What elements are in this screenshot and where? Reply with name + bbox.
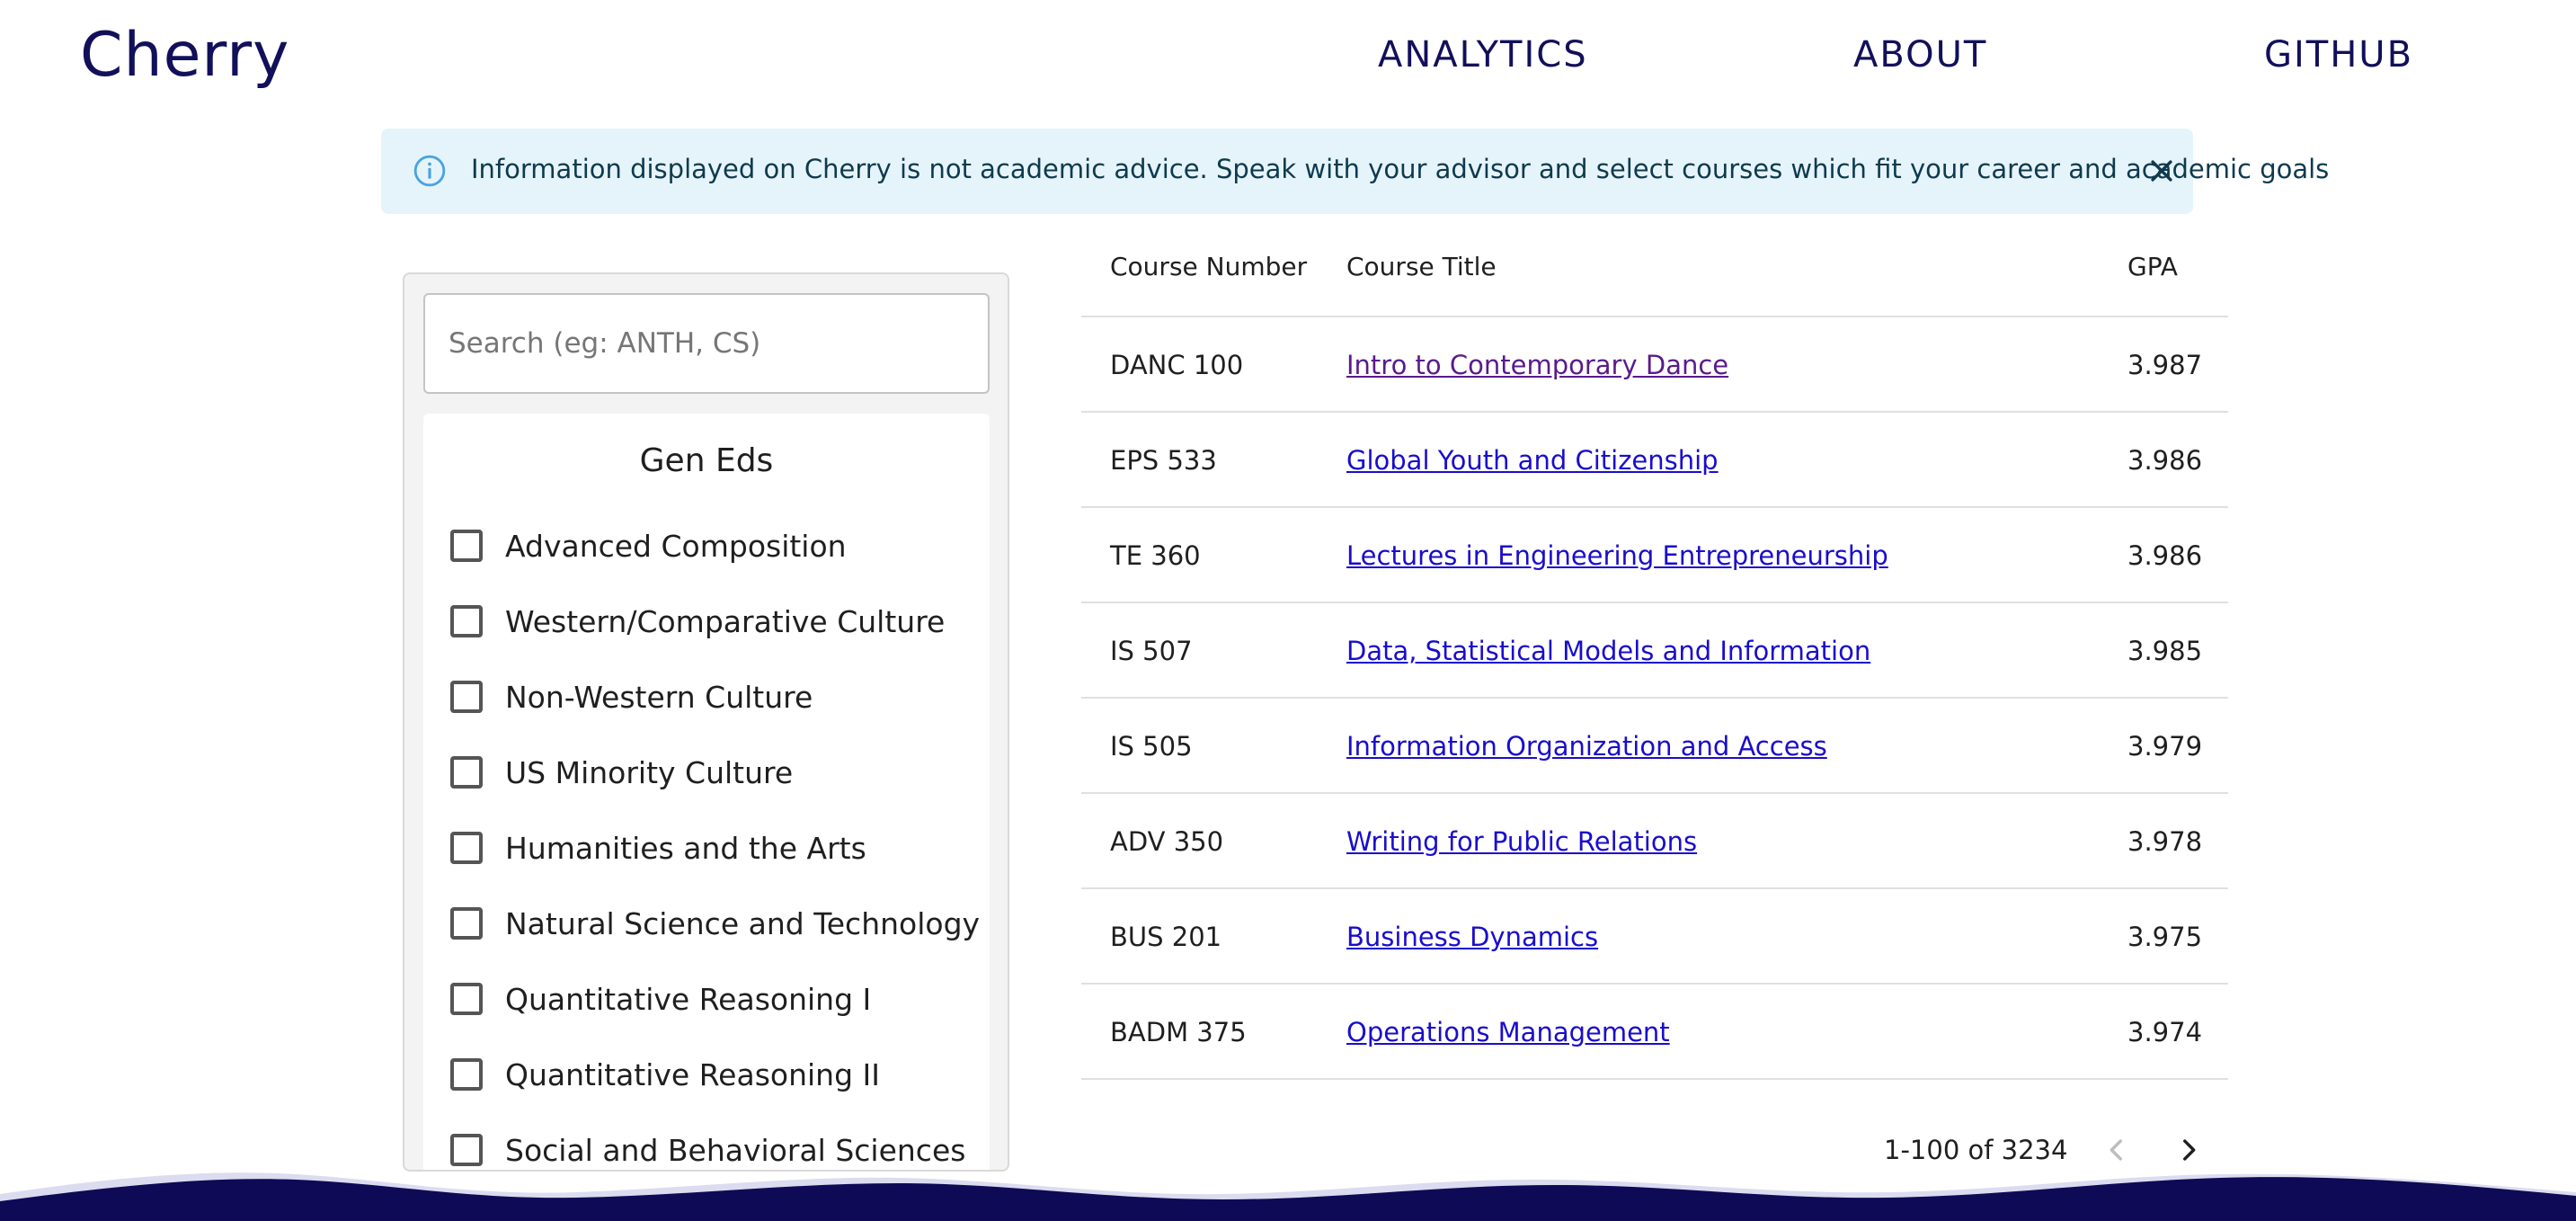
course-number-cell: DANC 100 (1110, 350, 1244, 380)
checkbox[interactable] (450, 681, 483, 713)
gen-ed-label: Quantitative Reasoning I (505, 981, 872, 1017)
gen-eds-card: Gen Eds Advanced Composition Western/Com… (423, 414, 990, 1170)
table-row: DANC 100 Intro to Contemporary Dance 3.9… (1081, 317, 2228, 413)
checkbox[interactable] (450, 832, 483, 864)
course-title-link[interactable]: Data, Statistical Models and Information (1346, 636, 1870, 666)
checkbox[interactable] (450, 756, 483, 789)
course-title-link[interactable]: Business Dynamics (1346, 922, 1598, 952)
course-number-cell: IS 505 (1110, 731, 1193, 762)
info-icon (413, 155, 446, 187)
gen-ed-label: Advanced Composition (505, 528, 847, 564)
disclaimer-alert: Information displayed on Cherry is not a… (381, 129, 2329, 214)
course-number-cell: IS 507 (1110, 636, 1193, 666)
course-number-cell: BADM 375 (1110, 1017, 1247, 1047)
gen-ed-label: Quantitative Reasoning II (505, 1056, 880, 1092)
column-header-course-title[interactable]: Course Title (1346, 252, 1497, 281)
gen-ed-option[interactable]: Humanities and the Arts (450, 821, 866, 875)
footer-wave (0, 1172, 2576, 1221)
checkbox[interactable] (450, 983, 483, 1015)
close-icon[interactable] (2146, 156, 2177, 186)
alert-message: Information displayed on Cherry is not a… (471, 154, 2330, 184)
gen-ed-label: Western/Comparative Culture (505, 603, 946, 639)
column-header-gpa[interactable]: GPA (2127, 252, 2178, 281)
gpa-cell: 3.987 (2127, 350, 2203, 380)
table-row: EPS 533 Global Youth and Citizenship 3.9… (1081, 413, 2228, 508)
gen-ed-label: Non-Western Culture (505, 679, 813, 715)
checkbox[interactable] (450, 530, 483, 562)
table-row: IS 507 Data, Statistical Models and Info… (1081, 603, 2228, 699)
nav-github-link[interactable]: GITHUB (2264, 34, 2413, 76)
table-row: BUS 201 Business Dynamics 3.975 (1081, 889, 2228, 985)
gen-ed-label: Natural Science and Technology (505, 905, 981, 941)
gpa-cell: 3.974 (2127, 1017, 2203, 1047)
course-number-cell: BUS 201 (1110, 922, 1222, 952)
gen-ed-option[interactable]: Advanced Composition (450, 519, 847, 573)
course-title-link[interactable]: Lectures in Engineering Entrepreneurship (1346, 540, 1888, 571)
checkbox[interactable] (450, 1058, 483, 1091)
gpa-cell: 3.978 (2127, 826, 2203, 857)
course-number-cell: ADV 350 (1110, 826, 1224, 857)
app-logo[interactable]: Cherry (80, 20, 289, 91)
gpa-cell: 3.985 (2127, 636, 2203, 666)
checkbox[interactable] (450, 907, 483, 940)
search-input[interactable] (423, 293, 990, 394)
course-title-link[interactable]: Intro to Contemporary Dance (1346, 350, 1728, 380)
course-title-link[interactable]: Operations Management (1346, 1017, 1670, 1047)
gen-ed-option[interactable]: Western/Comparative Culture (450, 594, 945, 648)
gen-ed-option[interactable]: Quantitative Reasoning I (450, 972, 871, 1026)
table-row: TE 360 Lectures in Engineering Entrepren… (1081, 508, 2228, 603)
course-number-cell: EPS 533 (1110, 445, 1217, 476)
gpa-cell: 3.975 (2127, 922, 2203, 952)
gen-ed-option[interactable]: Natural Science and Technology (450, 896, 980, 950)
gpa-cell: 3.979 (2127, 731, 2203, 762)
course-title-link[interactable]: Writing for Public Relations (1346, 826, 1697, 857)
table-row: ADV 350 Writing for Public Relations 3.9… (1081, 794, 2228, 889)
nav-about-link[interactable]: ABOUT (1853, 34, 1987, 76)
column-header-course-number[interactable]: Course Number (1110, 252, 1307, 281)
course-number-cell: TE 360 (1110, 540, 1201, 571)
gen-eds-title: Gen Eds (639, 442, 774, 479)
course-title-link[interactable]: Global Youth and Citizenship (1346, 445, 1719, 476)
gen-ed-label: Humanities and the Arts (505, 830, 866, 866)
table-row: BADM 375 Operations Management 3.974 (1081, 985, 2228, 1080)
checkbox[interactable] (450, 605, 483, 637)
gen-ed-option[interactable]: US Minority Culture (450, 745, 793, 799)
gen-ed-label: US Minority Culture (505, 754, 794, 790)
gpa-cell: 3.986 (2127, 445, 2203, 476)
gen-ed-option[interactable]: Quantitative Reasoning II (450, 1047, 880, 1101)
course-title-link[interactable]: Information Organization and Access (1346, 731, 1827, 762)
gen-ed-option[interactable]: Non-Western Culture (450, 670, 813, 724)
gpa-cell: 3.986 (2127, 540, 2203, 571)
nav-analytics-link[interactable]: ANALYTICS (1378, 34, 1588, 76)
table-row: IS 505 Information Organization and Acce… (1081, 699, 2228, 794)
filter-panel: Gen Eds Advanced Composition Western/Com… (403, 272, 1009, 1172)
